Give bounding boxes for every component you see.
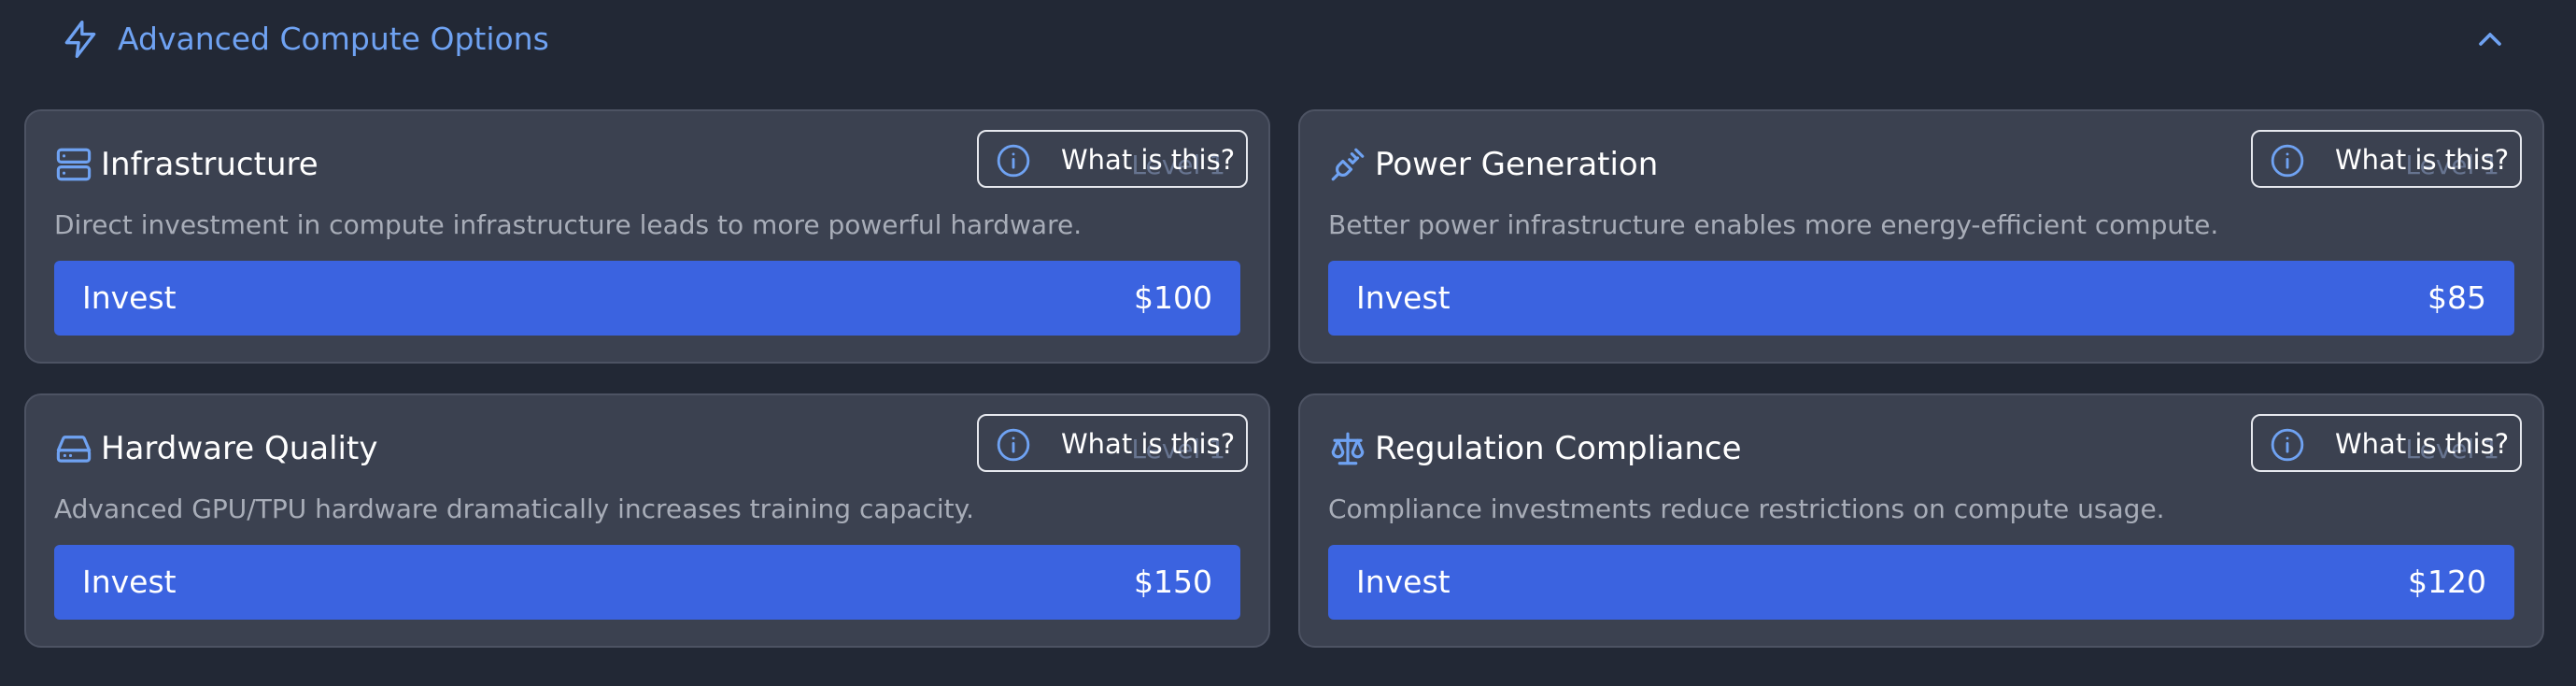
invest-cost: $120 <box>2408 564 2486 600</box>
hard-drive-icon <box>54 429 93 468</box>
bolt-icon <box>60 19 101 60</box>
chevron-up-icon[interactable] <box>2471 21 2509 58</box>
info-icon <box>2270 427 2305 463</box>
invest-cost: $85 <box>2427 279 2486 316</box>
plug-icon <box>1328 145 1367 184</box>
card-title: Power Generation <box>1375 146 1659 183</box>
invest-cost: $150 <box>1134 564 1212 600</box>
what-is-this-label: What is this? <box>1061 428 1236 460</box>
option-card-infrastructure: Infrastructure Direct investment in comp… <box>24 109 1270 364</box>
card-title: Regulation Compliance <box>1375 430 1742 467</box>
what-is-this-label: What is this? <box>1061 144 1236 176</box>
info-icon <box>2270 143 2305 179</box>
what-is-this-label: What is this? <box>2335 428 2510 460</box>
card-title: Hardware Quality <box>101 430 378 467</box>
option-card-hardware-quality: Hardware Quality Advanced GPU/TPU hardwa… <box>24 393 1270 648</box>
card-title: Infrastructure <box>101 146 318 183</box>
card-description: Compliance investments reduce restrictio… <box>1328 493 2165 524</box>
invest-button[interactable]: Invest $150 <box>54 545 1240 620</box>
invest-button[interactable]: Invest $120 <box>1328 545 2514 620</box>
card-description: Advanced GPU/TPU hardware dramatically i… <box>54 493 975 524</box>
invest-label: Invest <box>82 564 177 600</box>
section-header[interactable]: Advanced Compute Options <box>0 0 2576 79</box>
invest-label: Invest <box>1356 564 1451 600</box>
invest-label: Invest <box>82 279 177 316</box>
card-description: Better power infrastructure enables more… <box>1328 209 2219 240</box>
invest-button[interactable]: Invest $85 <box>1328 261 2514 336</box>
what-is-this-button[interactable]: What is this? <box>2251 414 2522 472</box>
info-icon <box>996 143 1031 179</box>
scale-icon <box>1328 429 1367 468</box>
card-description: Direct investment in compute infrastruct… <box>54 209 1083 240</box>
what-is-this-label: What is this? <box>2335 144 2510 176</box>
option-card-power-generation: Power Generation Better power infrastruc… <box>1298 109 2544 364</box>
option-card-regulation-compliance: Regulation Compliance Compliance investm… <box>1298 393 2544 648</box>
what-is-this-button[interactable]: What is this? <box>977 130 1248 188</box>
invest-label: Invest <box>1356 279 1451 316</box>
server-icon <box>54 145 93 184</box>
invest-button[interactable]: Invest $100 <box>54 261 1240 336</box>
what-is-this-button[interactable]: What is this? <box>977 414 1248 472</box>
what-is-this-button[interactable]: What is this? <box>2251 130 2522 188</box>
info-icon <box>996 427 1031 463</box>
section-title: Advanced Compute Options <box>118 21 549 57</box>
invest-cost: $100 <box>1134 279 1212 316</box>
